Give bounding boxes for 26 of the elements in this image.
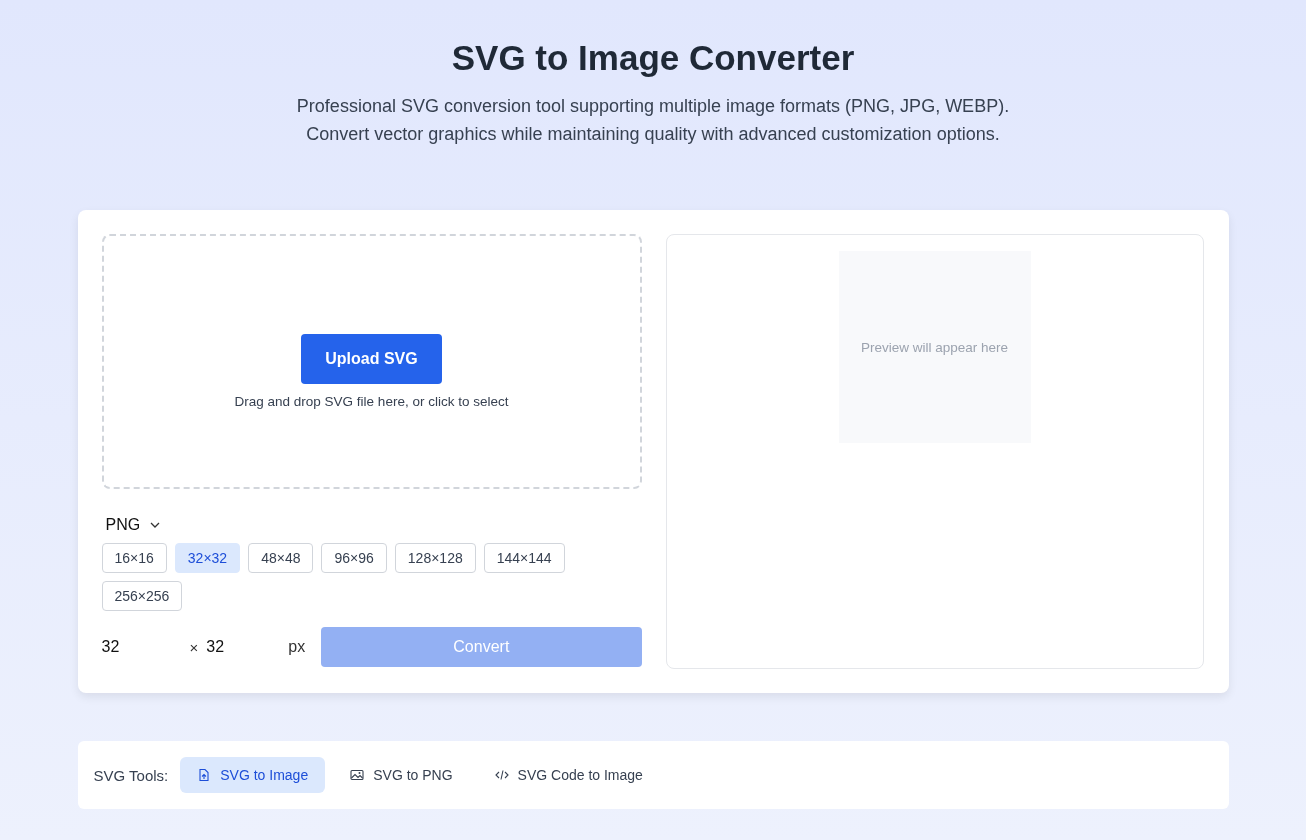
drop-zone[interactable]: Upload SVG Drag and drop SVG file here, or click to select xyxy=(101,234,642,489)
size-option[interactable]: 144×144 xyxy=(483,543,565,573)
file-upload-icon xyxy=(197,768,212,782)
image-icon xyxy=(350,768,365,782)
tool-tab[interactable]: SVG to Image xyxy=(180,757,326,793)
size-option[interactable]: 32×32 xyxy=(174,543,241,573)
drop-hint: Drag and drop SVG file here, or click to select xyxy=(234,394,509,409)
size-option[interactable]: 96×96 xyxy=(321,543,387,573)
subtitle-text: Convert vector graphics while maintaining quality with advanced customization options. xyxy=(305,123,1001,146)
upload-button[interactable]: Upload SVG xyxy=(301,334,442,384)
size-option[interactable]: 48×48 xyxy=(248,543,314,573)
size-option[interactable]: 128×128 xyxy=(394,543,476,573)
height-input[interactable]: 32 xyxy=(206,638,287,656)
size-option[interactable]: 256×256 xyxy=(101,581,183,611)
unit-label: px xyxy=(288,638,306,656)
format-select[interactable]: PNG xyxy=(101,513,165,537)
width-input[interactable]: 32 xyxy=(101,638,182,656)
page-title: SVG to Image Converter xyxy=(450,37,856,79)
times-sign: × xyxy=(189,638,199,656)
chevron-down-icon xyxy=(150,522,161,528)
tool-tab[interactable]: SVG Code to Image xyxy=(477,757,660,793)
tools-label: SVG Tools: xyxy=(93,766,169,784)
tool-tab[interactable]: SVG to PNG xyxy=(333,757,470,793)
code-icon xyxy=(494,768,509,782)
size-option[interactable]: 16×16 xyxy=(101,543,167,573)
subtitle-text: Professional SVG conversion tool supporting multiple image formats (PNG, JPG, WEBP). xyxy=(295,95,1011,118)
